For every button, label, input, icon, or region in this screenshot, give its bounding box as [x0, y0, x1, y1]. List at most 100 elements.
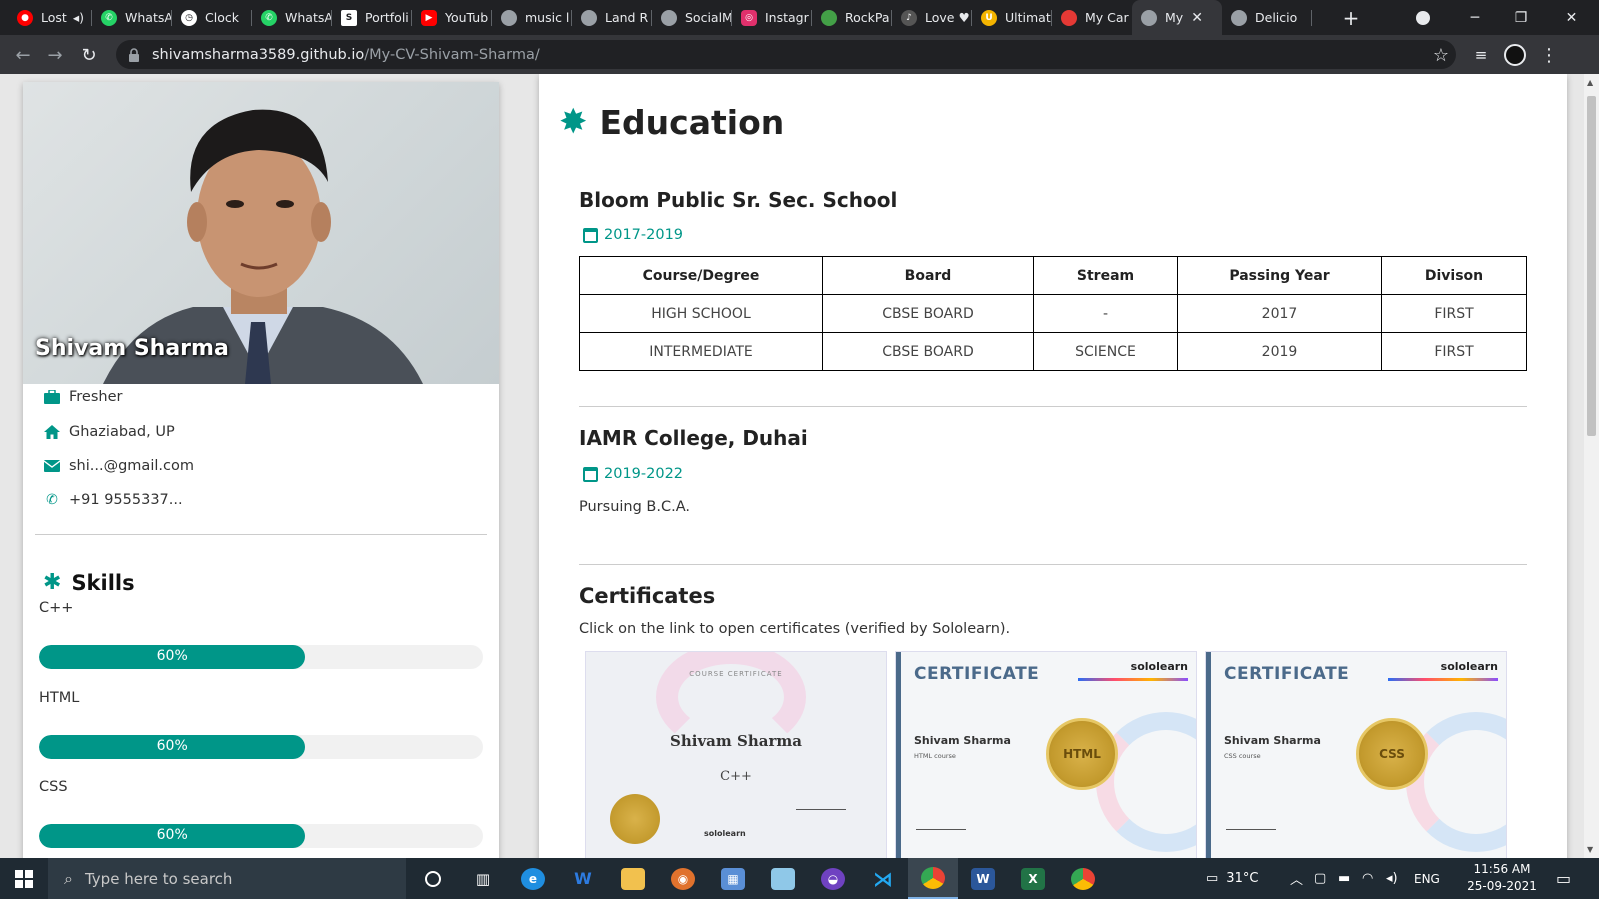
- chrome-icon[interactable]: [908, 858, 958, 899]
- forward-button[interactable]: →: [40, 40, 70, 70]
- wifi-icon[interactable]: ◠: [1362, 858, 1373, 899]
- back-button[interactable]: ←: [8, 40, 38, 70]
- tab-search-icon[interactable]: [1408, 0, 1438, 35]
- search-icon: ⌕: [64, 868, 73, 888]
- tab-my-cv-active[interactable]: My ✕: [1132, 0, 1222, 35]
- volume-icon[interactable]: ◂): [1386, 858, 1398, 899]
- table-row: HIGH SCHOOL CBSE BOARD - 2017 FIRST: [579, 294, 1527, 333]
- table-cell: FIRST: [1381, 294, 1527, 333]
- table-cell: 2019: [1177, 332, 1382, 371]
- battery-icon[interactable]: ▬: [1338, 858, 1350, 899]
- new-tab-button[interactable]: +: [1336, 0, 1366, 35]
- weather-widget[interactable]: ▭ 31°C: [1206, 858, 1258, 899]
- skill-bar-fill: 60%: [39, 645, 306, 669]
- notepad-icon[interactable]: [758, 858, 808, 899]
- tab-music[interactable]: music l: [492, 0, 572, 35]
- chrome-canary-icon[interactable]: [1058, 858, 1108, 899]
- word-icon[interactable]: W: [958, 858, 1008, 899]
- calculator-icon[interactable]: ▦: [708, 858, 758, 899]
- tab-clock[interactable]: ◷ Clock: [172, 0, 252, 35]
- skills-heading: ✱ Skills: [43, 570, 135, 595]
- menu-kebab-icon[interactable]: ⋮: [1534, 40, 1564, 70]
- certificate-card-cpp[interactable]: COURSE CERTIFICATE Shivam Sharma C++ sol…: [585, 651, 887, 858]
- reload-button[interactable]: ↻: [74, 40, 104, 70]
- cortana-icon[interactable]: [408, 858, 458, 899]
- tab-delicious[interactable]: Delicio: [1222, 0, 1312, 35]
- close-window-button[interactable]: ✕: [1544, 0, 1599, 35]
- tab-portfolio[interactable]: S Portfoli: [332, 0, 412, 35]
- edge-icon[interactable]: e: [508, 858, 558, 899]
- html-seal: HTML: [1046, 718, 1118, 790]
- bookmark-star-icon[interactable]: ☆: [1426, 40, 1456, 70]
- gold-seal-icon: [610, 794, 660, 844]
- globe-icon: [1231, 9, 1247, 26]
- close-tab-icon[interactable]: ✕: [1191, 10, 1203, 26]
- content-card: ✸ Education Bloom Public Sr. Sec. School…: [539, 74, 1567, 858]
- globe-icon: [581, 9, 597, 26]
- instagram-icon: ◎: [741, 9, 757, 26]
- reading-list-icon[interactable]: ≡: [1466, 40, 1496, 70]
- w-app-icon[interactable]: W: [558, 858, 608, 899]
- skill-name-cpp: C++: [39, 600, 74, 616]
- certificate-card-css[interactable]: CERTIFICATE sololearn Shivam Sharma CSS …: [1205, 651, 1507, 858]
- notifications-icon[interactable]: ▭: [1556, 858, 1571, 899]
- tab-whatsapp-1[interactable]: ✆ WhatsA: [92, 0, 172, 35]
- windows-logo-icon: [15, 869, 33, 888]
- restore-button[interactable]: ❐: [1498, 0, 1544, 35]
- browser-toolbar: ← → ↻ shivamsharma3589.github.io/My-CV-S…: [0, 35, 1599, 74]
- skill-bar-fill: 60%: [39, 735, 306, 759]
- skill-name-html: HTML: [39, 690, 80, 706]
- tab-whatsapp-2[interactable]: ✆ WhatsA: [252, 0, 332, 35]
- portfolio-s-icon: S: [341, 9, 357, 26]
- tab-ultimate[interactable]: U Ultimat: [972, 0, 1052, 35]
- college-name: IAMR College, Duhai: [579, 426, 808, 450]
- file-explorer-icon[interactable]: [608, 858, 658, 899]
- tab-youtube[interactable]: ▶ YouTub: [412, 0, 492, 35]
- network-drive-icon[interactable]: ▢: [1314, 858, 1326, 899]
- profile-photo: Shivam Sharma: [23, 82, 499, 384]
- github-icon[interactable]: ◒: [808, 858, 858, 899]
- school-name: Bloom Public Sr. Sec. School: [579, 188, 898, 212]
- url-host: shivamsharma3589.github.io: [152, 46, 365, 63]
- clock-icon: ◷: [181, 9, 197, 26]
- calendar-icon: [583, 227, 598, 243]
- email-text[interactable]: shi...@gmail.com: [69, 458, 194, 474]
- start-button[interactable]: [0, 858, 48, 899]
- table-header-cell: Stream: [1033, 256, 1178, 295]
- phone-text[interactable]: +91 9555337...: [69, 492, 183, 508]
- minimize-button[interactable]: ─: [1452, 0, 1498, 35]
- scrollbar-thumb[interactable]: [1587, 96, 1596, 436]
- certificate-holder: Shivam Sharma: [1224, 734, 1321, 747]
- speaker-icon[interactable]: ◂): [73, 10, 84, 25]
- tab-lost[interactable]: ● Lost ◂): [8, 0, 92, 35]
- whatsapp-icon: ✆: [101, 9, 117, 26]
- tab-land[interactable]: Land R: [572, 0, 652, 35]
- tab-socialm[interactable]: SocialM: [652, 0, 732, 35]
- scroll-down-arrow-icon[interactable]: ▼: [1587, 845, 1593, 854]
- profile-avatar[interactable]: [1500, 40, 1530, 70]
- media-player-icon[interactable]: ◉: [658, 858, 708, 899]
- certificate-card-html[interactable]: CERTIFICATE sololearn Shivam Sharma HTML…: [895, 651, 1197, 858]
- rockpaper-icon: [821, 9, 837, 26]
- scroll-up-arrow-icon[interactable]: ▲: [1587, 78, 1593, 87]
- table-cell: SCIENCE: [1033, 332, 1178, 371]
- system-clock[interactable]: 11:56 AM 25-09-2021: [1466, 861, 1538, 895]
- excel-icon[interactable]: X: [1008, 858, 1058, 899]
- task-view-icon[interactable]: ▥: [458, 858, 508, 899]
- language-indicator[interactable]: ENG: [1414, 858, 1440, 899]
- tab-love[interactable]: ♪ Love ♥: [892, 0, 972, 35]
- certificate-course: C++: [720, 769, 752, 784]
- taskbar-search[interactable]: ⌕ Type here to search: [48, 858, 406, 899]
- tray-chevron-icon[interactable]: ︿: [1290, 858, 1303, 899]
- tab-instagram[interactable]: ◎ Instagr: [732, 0, 812, 35]
- tab-rockpaper[interactable]: RockPa: [812, 0, 892, 35]
- address-bar[interactable]: shivamsharma3589.github.io/My-CV-Shivam-…: [116, 40, 1456, 69]
- mycar-icon: [1061, 9, 1077, 26]
- lock-icon[interactable]: [128, 47, 142, 62]
- vscode-icon[interactable]: ⋊: [858, 858, 908, 899]
- brand-strip: [1388, 678, 1498, 681]
- skill-bar-css: 60%: [39, 824, 483, 848]
- college-dates: 2019-2022: [583, 466, 683, 482]
- page-scrollbar[interactable]: ▲ ▼: [1584, 74, 1599, 858]
- tab-mycar[interactable]: My Car: [1052, 0, 1132, 35]
